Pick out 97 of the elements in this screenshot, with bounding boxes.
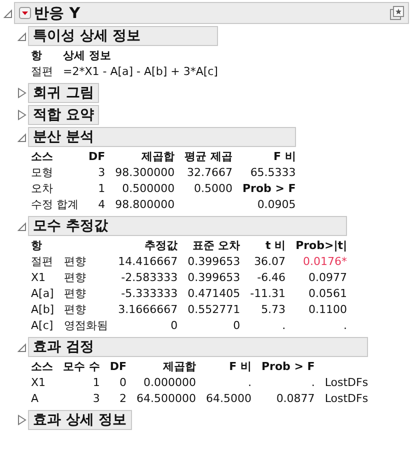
table-cell: 0.500000 bbox=[122, 182, 175, 195]
expanded-triangle-icon[interactable] bbox=[17, 341, 27, 353]
table-cell: 편향 bbox=[64, 287, 86, 300]
table-cell: . bbox=[344, 319, 347, 332]
table-cell: 수정 합계 bbox=[31, 198, 78, 211]
table-cell: -5.333333 bbox=[121, 287, 178, 300]
column-header: 소스 bbox=[31, 360, 53, 373]
table-cell: 오차 bbox=[31, 182, 53, 195]
section-header[interactable]: 회귀 그림 bbox=[28, 83, 99, 103]
column-header: DF bbox=[110, 360, 126, 373]
column-header: 추정값 bbox=[144, 239, 178, 252]
table-cell: 98.800000 bbox=[115, 198, 175, 211]
collapsed-triangle-icon[interactable] bbox=[17, 414, 27, 426]
column-header: t 비 bbox=[265, 239, 286, 252]
table-cell: 모형 bbox=[31, 166, 53, 179]
table-cell: 1 bbox=[98, 182, 106, 195]
star-icon[interactable] bbox=[390, 6, 404, 20]
table-cell: A bbox=[31, 392, 39, 405]
table-cell: 0.0561 bbox=[308, 287, 347, 300]
table-cell: 0.399653 bbox=[188, 271, 240, 284]
table-cell: 0.000000 bbox=[144, 376, 196, 389]
column-header: 제곱합 bbox=[142, 150, 175, 163]
section-header[interactable]: 특이성 상세 정보 bbox=[28, 26, 218, 46]
table-cell: 98.300000 bbox=[115, 166, 175, 179]
collapsed-triangle-icon[interactable] bbox=[17, 87, 27, 99]
column-header: 항 bbox=[31, 49, 42, 62]
table-cell: 5.73 bbox=[261, 303, 286, 316]
table-cell: -11.31 bbox=[250, 287, 286, 300]
table-cell: LostDFs bbox=[324, 392, 368, 405]
collapsed-triangle-icon[interactable] bbox=[17, 109, 27, 121]
table-cell: 32.7667 bbox=[187, 166, 232, 179]
table-cell: 편향 bbox=[64, 255, 86, 268]
expanded-triangle-icon[interactable] bbox=[17, 220, 27, 232]
table-cell: 3.1666667 bbox=[118, 303, 178, 316]
table-cell: A[a] bbox=[31, 287, 54, 300]
column-header: Prob > F bbox=[262, 360, 315, 373]
table-cell: -6.46 bbox=[257, 271, 286, 284]
table-cell: 0.0905 bbox=[257, 198, 296, 211]
table-cell: =2*X1 - A[a] - A[b] + 3*A[c] bbox=[63, 65, 218, 78]
column-header: 제곱합 bbox=[163, 360, 196, 373]
table-cell: 0.5000 bbox=[194, 182, 232, 195]
column-header: F 비 bbox=[229, 360, 252, 373]
table-cell: -2.583333 bbox=[121, 271, 178, 284]
table-cell: 36.07 bbox=[254, 255, 286, 268]
column-header: 소스 bbox=[31, 150, 53, 163]
column-header: 항 bbox=[31, 239, 42, 252]
table-cell: 0.0977 bbox=[308, 271, 347, 284]
table-cell: 편향 bbox=[64, 271, 86, 284]
table-cell: LostDFs bbox=[324, 376, 368, 389]
column-header: Prob>|t| bbox=[296, 239, 347, 252]
table-cell: 2 bbox=[120, 392, 126, 405]
table-cell: 0.0176* bbox=[303, 255, 347, 268]
table-cell: A[c] bbox=[31, 319, 54, 332]
column-header: F 비 bbox=[273, 150, 296, 163]
section-header[interactable]: 효과 검정 bbox=[28, 337, 368, 357]
table-cell: X1 bbox=[31, 376, 46, 389]
expanded-triangle-icon[interactable] bbox=[17, 131, 27, 143]
table-cell: 3 bbox=[98, 166, 106, 179]
section-header[interactable]: 분산 분석 bbox=[28, 127, 296, 147]
section-header[interactable]: 적합 요약 bbox=[28, 105, 99, 125]
report-header[interactable]: 반응 Y bbox=[14, 2, 409, 24]
table-cell: 64.5000 bbox=[206, 392, 252, 405]
table-cell: 0 bbox=[170, 319, 178, 332]
column-header: 상세 정보 bbox=[63, 49, 111, 62]
table-cell: 4 bbox=[98, 198, 106, 211]
expanded-triangle-icon[interactable] bbox=[17, 30, 27, 42]
table-cell: . bbox=[282, 319, 286, 332]
table-cell: 0.1100 bbox=[308, 303, 347, 316]
table-cell: . bbox=[311, 376, 315, 389]
table-cell: 65.5333 bbox=[250, 166, 296, 179]
table-cell: A[b] bbox=[31, 303, 54, 316]
table-cell: 영점화됨 bbox=[64, 319, 108, 332]
row-label: Prob > F bbox=[242, 182, 296, 195]
table-cell: X1 bbox=[31, 271, 46, 284]
column-header: DF bbox=[88, 150, 106, 163]
table-cell: 0.399653 bbox=[188, 255, 240, 268]
table-cell: 0.471405 bbox=[188, 287, 240, 300]
expanded-triangle-icon[interactable] bbox=[3, 7, 13, 19]
table-cell: 0 bbox=[120, 376, 126, 389]
table-cell: 14.416667 bbox=[118, 255, 178, 268]
table-cell: 0.0877 bbox=[276, 392, 315, 405]
column-header: 표준 오차 bbox=[192, 239, 240, 252]
report-title: 반응 Y bbox=[34, 4, 82, 22]
column-header: 평균 제곱 bbox=[184, 150, 232, 163]
table-cell: . bbox=[248, 376, 252, 389]
table-cell: 편향 bbox=[64, 303, 86, 316]
table-cell: 0 bbox=[233, 319, 240, 332]
table-cell: 절편 bbox=[31, 65, 53, 78]
table-cell: 64.500000 bbox=[136, 392, 196, 405]
dropdown-icon[interactable] bbox=[19, 7, 31, 19]
table-cell: 0.552771 bbox=[188, 303, 240, 316]
section-header[interactable]: 효과 상세 정보 bbox=[28, 410, 132, 430]
table-cell: 3 bbox=[92, 392, 100, 405]
table-cell: 1 bbox=[92, 376, 100, 389]
table-cell: 절편 bbox=[31, 255, 53, 268]
section-header[interactable]: 모수 추정값 bbox=[28, 216, 347, 236]
column-header: 모수 수 bbox=[63, 360, 100, 373]
